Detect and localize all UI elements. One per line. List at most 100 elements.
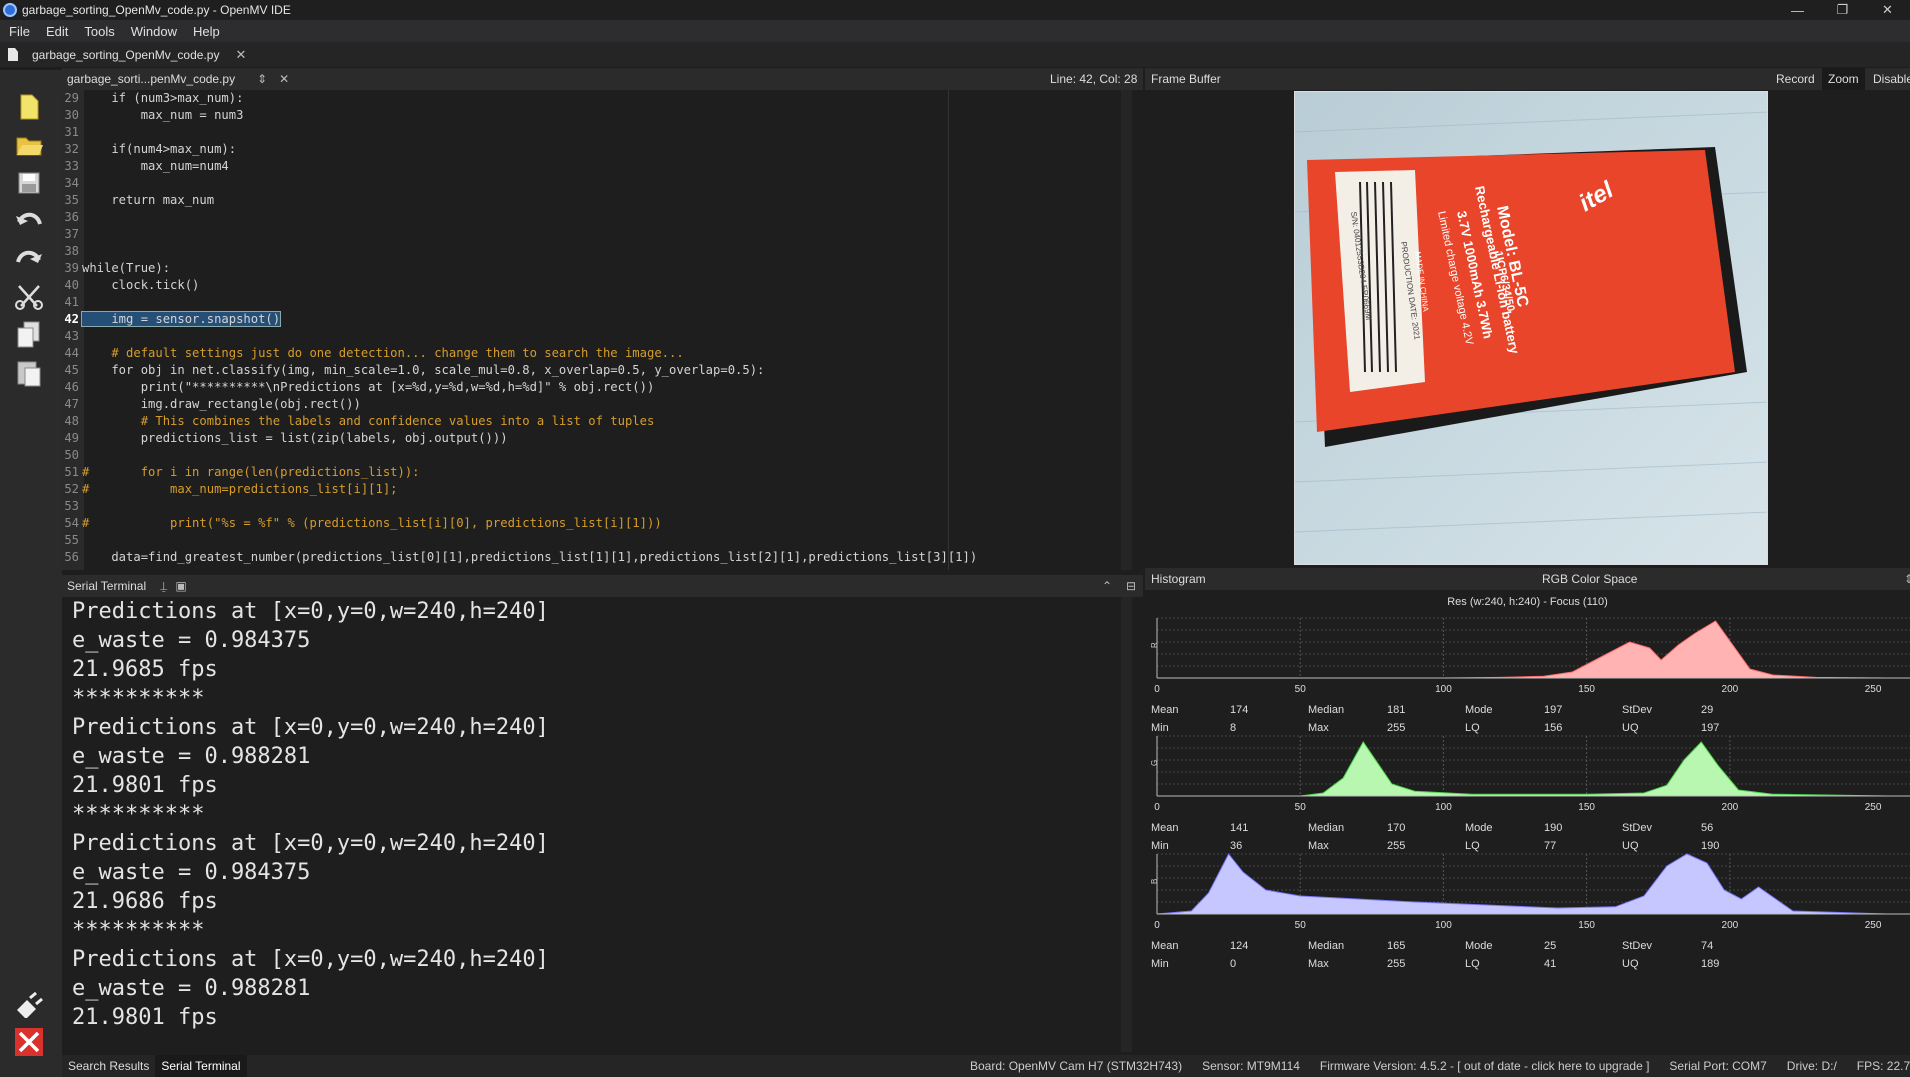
code-text: print("**********\nPredictions at [x=%d,… [82, 380, 655, 394]
status-bar: Board: OpenMV Cam H7 (STM32H743) Sensor:… [960, 1055, 1910, 1077]
tab-serial-terminal[interactable]: Serial Terminal [155, 1055, 247, 1077]
camera-frame: Rechargeable Li-ion battery 3.7V 1000mAh… [1294, 91, 1768, 565]
doc-tab[interactable]: garbage_sorting_OpenMv_code.py ✕ [0, 42, 254, 67]
line-number: 48 [64, 414, 79, 428]
frame-buffer-header: Frame Buffer Record Zoom Disable [1145, 68, 1910, 90]
terminal-line: Predictions at [x=0,y=0,w=240,h=240] [72, 715, 549, 740]
terminal-line: 21.9801 fps [72, 1005, 218, 1030]
tick-label: 50 [1295, 684, 1307, 695]
stats-row: Mean 174 Median 181 Mode 197 StDev 29 [1151, 704, 1910, 718]
undo-button[interactable] [14, 206, 44, 236]
close-file-icon[interactable]: ✕ [279, 72, 289, 86]
editor-scrollbar[interactable] [1121, 90, 1132, 570]
serial-terminal-output[interactable]: Predictions at [x=0,y=0,w=240,h=240] e_wa… [62, 597, 1132, 1052]
code-line: 44 # default settings just do one detect… [62, 345, 1132, 362]
tick-label: 100 [1435, 684, 1452, 695]
open-file-button[interactable] [14, 130, 44, 160]
stat-value: 74 [1701, 940, 1714, 952]
line-number: 36 [64, 210, 79, 224]
plug-icon [17, 992, 43, 1018]
code-editor[interactable]: 29 if (num3>max_num): 30 max_num = num3 31… [62, 90, 1132, 570]
open-folder-icon [16, 137, 43, 156]
copy-button[interactable] [14, 320, 44, 350]
menu-edit[interactable]: Edit [37, 24, 75, 39]
editor-split-line [948, 90, 949, 570]
tab-search-results[interactable]: Search Results [62, 1055, 155, 1077]
tick-label: 50 [1295, 920, 1307, 931]
histogram-g-area [1157, 741, 1888, 797]
paste-button[interactable] [14, 358, 44, 388]
paste-icon [17, 361, 41, 387]
zoom-button[interactable]: Zoom [1822, 68, 1865, 90]
terminal-line: e_waste = 0.988281 [72, 976, 311, 1001]
record-button[interactable]: Record [1770, 68, 1821, 90]
tick-label: 0 [1154, 920, 1160, 931]
code-line: 52 # max_num=predictions_list[i][1]; [62, 481, 1132, 498]
histogram-g-chart: G 0 50 100 150 200 250 [1150, 735, 1910, 813]
close-tab-icon[interactable]: ✕ [235, 47, 246, 63]
line-number: 49 [64, 431, 79, 445]
sensor-status: Sensor: MT9M114 [1202, 1059, 1300, 1073]
save-terminal-icon[interactable]: ▣ [175, 579, 186, 593]
code-line: 36 [62, 209, 1132, 226]
redo-button[interactable] [14, 244, 44, 274]
tick-label: 200 [1722, 802, 1739, 813]
terminal-line: ********** [72, 802, 205, 827]
restore-panel-icon[interactable]: ⊟ [1126, 579, 1136, 593]
cut-button[interactable] [14, 282, 44, 312]
terminal-scrollbar[interactable] [1121, 597, 1132, 1052]
terminal-line: e_waste = 0.984375 [72, 628, 311, 653]
line-number: 39 [64, 261, 79, 275]
code-text: max_num = num3 [82, 108, 244, 122]
code-text: for obj in net.classify(img, min_scale=1… [82, 363, 765, 377]
terminal-line: 21.9686 fps [72, 889, 218, 914]
save-button[interactable] [14, 168, 44, 198]
code-line: 34 [62, 175, 1132, 192]
menu-bar: File Edit Tools Window Help [0, 20, 1910, 42]
line-number: 33 [64, 159, 79, 173]
copy-icon [17, 321, 40, 348]
code-text: # for i in range(len(predictions_list)): [82, 465, 420, 479]
code-line: 37 [62, 226, 1132, 243]
code-text: return max_num [82, 193, 215, 207]
menu-tools[interactable]: Tools [75, 24, 121, 39]
terminal-header: Serial Terminal ⍊ ▣ ⌃ ⊟ [62, 575, 1143, 597]
cursor-position: Line: 42, Col: 28 [1050, 72, 1138, 86]
menu-window[interactable]: Window [122, 24, 184, 39]
disable-button[interactable]: Disable [1867, 68, 1910, 90]
minimize-button[interactable]: — [1775, 0, 1820, 20]
line-number: 46 [64, 380, 79, 394]
line-number: 41 [64, 295, 79, 309]
stat-value: 124 [1230, 940, 1249, 952]
dropdown-arrows-icon[interactable]: ⇕ [1904, 572, 1910, 586]
firmware-status[interactable]: Firmware Version: 4.5.2 - [ out of date … [1310, 1059, 1660, 1073]
editor-header: garbage_sorti...penMv_code.py ⇕ ✕ Line: … [62, 68, 1143, 90]
stat-label: Mode [1465, 704, 1493, 716]
line-number: 31 [64, 125, 79, 139]
code-line: 50 [62, 447, 1132, 464]
editor-file-label[interactable]: garbage_sorti...penMv_code.py [67, 72, 235, 86]
color-space-select[interactable]: RGB Color Space [1542, 572, 1637, 586]
file-selector-arrows-icon[interactable]: ⇕ [257, 72, 267, 86]
stat-label: Mode [1465, 940, 1493, 952]
collapse-icon[interactable]: ⌃ [1102, 579, 1112, 593]
menu-help[interactable]: Help [184, 24, 227, 39]
disconnect-button[interactable] [14, 1027, 44, 1057]
maximize-button[interactable]: ❐ [1820, 0, 1865, 20]
code-line: 45 for obj in net.classify(img, min_scal… [62, 362, 1132, 379]
line-number: 38 [64, 244, 79, 258]
code-text: clock.tick() [82, 278, 200, 292]
channel-label: B [1150, 879, 1159, 884]
clear-terminal-icon[interactable]: ⍊ [160, 579, 167, 594]
tick-label: 150 [1578, 920, 1595, 931]
close-window-button[interactable]: ✕ [1865, 0, 1910, 20]
title-bar: garbage_sorting_OpenMv_code.py - OpenMV … [0, 0, 1910, 20]
new-file-button[interactable] [14, 92, 44, 122]
connect-button[interactable] [14, 990, 44, 1020]
code-text: img = sensor.snapshot() [80, 311, 282, 327]
stat-value: 197 [1544, 704, 1563, 716]
menu-file[interactable]: File [0, 24, 37, 39]
line-number: 47 [64, 397, 79, 411]
code-line: 31 [62, 124, 1132, 141]
stat-label: Min [1151, 958, 1169, 970]
